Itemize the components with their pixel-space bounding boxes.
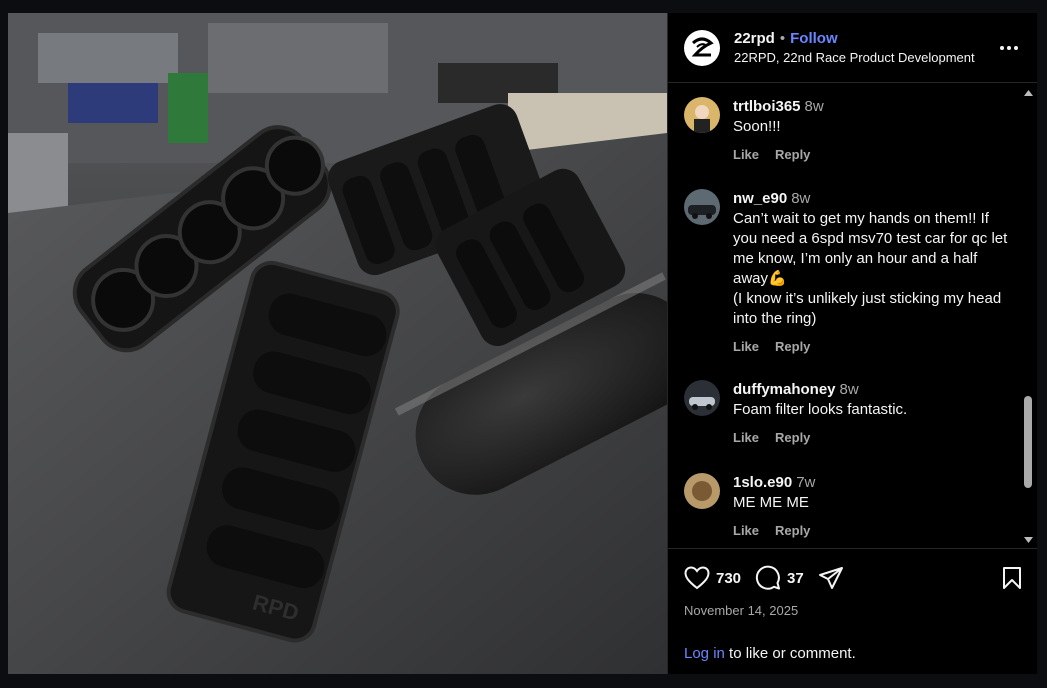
comment-item: trtlboi365 8w Soon!!! Like Reply xyxy=(668,97,1008,162)
bookmark-icon xyxy=(1003,567,1021,589)
intake-manifold-photo: RPD xyxy=(8,13,667,674)
login-link[interactable]: Log in xyxy=(684,645,725,662)
like-count[interactable]: 730 xyxy=(716,570,741,587)
comment-time[interactable]: 8w xyxy=(791,190,810,207)
avatar[interactable] xyxy=(684,380,720,416)
comment-time[interactable]: 8w xyxy=(840,381,859,398)
more-icon[interactable] xyxy=(997,36,1021,60)
reply-button[interactable]: Reply xyxy=(775,147,810,162)
share-icon xyxy=(818,567,843,589)
login-prompt: Log in to like or comment. xyxy=(684,645,856,662)
reply-button[interactable]: Reply xyxy=(775,339,810,354)
comments-list[interactable]: trtlboi365 8w Soon!!! Like Reply nw_e90 8w … xyxy=(668,84,1020,548)
comments-scrollbar[interactable] xyxy=(1020,84,1037,548)
separator-dot: • xyxy=(779,30,786,47)
comment-time[interactable]: 8w xyxy=(805,98,824,115)
post-side-panel: 22rpd • Follow 22RPD, 22nd Race Product … xyxy=(667,13,1037,674)
comment-button[interactable]: 37 xyxy=(755,565,818,591)
login-prompt-text: to like or comment. xyxy=(724,645,856,662)
22rpd-logo-icon xyxy=(691,37,714,56)
comment-count[interactable]: 37 xyxy=(787,570,804,587)
like-comment-button[interactable]: Like xyxy=(733,147,759,162)
follow-button[interactable]: Follow xyxy=(790,30,838,47)
scroll-down-icon[interactable] xyxy=(1020,531,1037,548)
scrollbar-thumb[interactable] xyxy=(1024,396,1032,488)
avatar[interactable] xyxy=(684,97,720,133)
comment-text: Can’t wait to get my hands on them!! If … xyxy=(733,210,1008,327)
comment-username[interactable]: 1slo.e90 xyxy=(733,474,792,491)
reply-button[interactable]: Reply xyxy=(775,430,810,445)
comment-item: nw_e90 8w Can’t wait to get my hands on t… xyxy=(668,189,1008,354)
reply-button[interactable]: Reply xyxy=(775,523,810,538)
post-header: 22rpd • Follow 22RPD, 22nd Race Product … xyxy=(668,13,1037,83)
like-comment-button[interactable]: Like xyxy=(733,523,759,538)
comment-text: ME ME ME xyxy=(733,494,809,511)
comment-username[interactable]: nw_e90 xyxy=(733,190,787,207)
like-button[interactable]: 730 xyxy=(684,566,755,590)
post-subtitle[interactable]: 22RPD, 22nd Race Product Development xyxy=(734,50,997,65)
post-modal: RPD 22rpd • Follow 22RPD, 22nd Race Prod… xyxy=(8,13,1037,674)
like-comment-button[interactable]: Like xyxy=(733,430,759,445)
post-date[interactable]: November 14, 2025 xyxy=(668,593,1037,618)
comment-item: 1slo.e90 7w ME ME ME Like Reply xyxy=(668,473,1008,538)
comment-username[interactable]: trtlboi365 xyxy=(733,98,801,115)
post-footer: 730 37 November 14, 2025 Log in to like … xyxy=(668,548,1037,674)
avatar[interactable] xyxy=(684,473,720,509)
scroll-up-icon[interactable] xyxy=(1020,84,1037,101)
like-comment-button[interactable]: Like xyxy=(733,339,759,354)
avatar[interactable] xyxy=(684,29,720,66)
comment-time[interactable]: 7w xyxy=(796,474,815,491)
avatar[interactable] xyxy=(684,189,720,225)
comment-item: duffymahoney 8w Foam filter looks fantast… xyxy=(668,380,1008,445)
comment-text: Soon!!! xyxy=(733,118,781,135)
save-button[interactable] xyxy=(1002,566,1022,590)
comment-icon xyxy=(755,565,781,590)
heart-icon xyxy=(684,566,710,590)
share-button[interactable] xyxy=(818,566,844,590)
post-photo[interactable]: RPD xyxy=(8,13,667,674)
post-username[interactable]: 22rpd xyxy=(734,30,775,47)
comment-username[interactable]: duffymahoney xyxy=(733,381,836,398)
comment-text: Foam filter looks fantastic. xyxy=(733,401,908,418)
